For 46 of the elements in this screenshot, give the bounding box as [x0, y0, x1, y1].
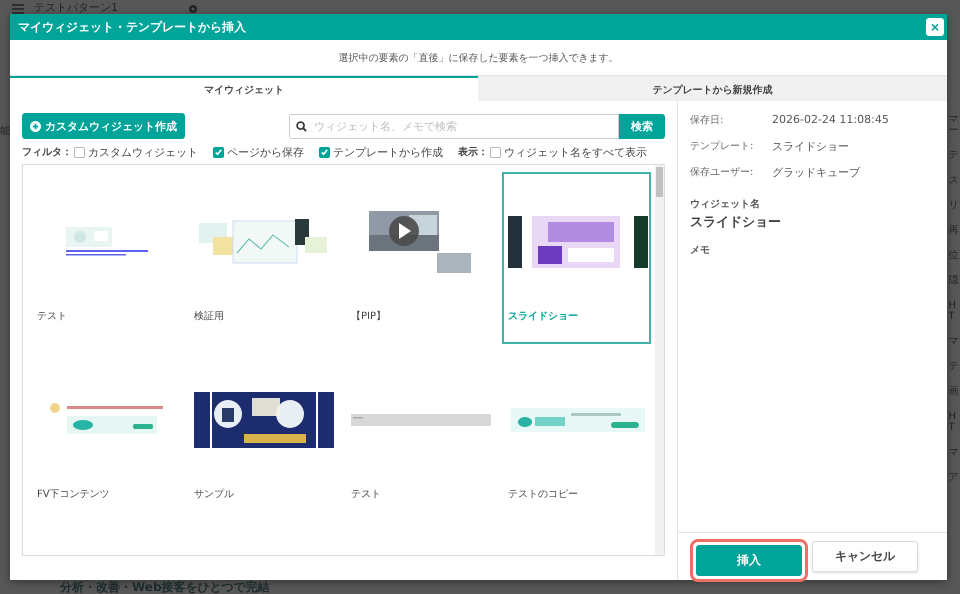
detail-label: テンプレート:: [690, 140, 754, 153]
widget-card[interactable]: 検証用: [188, 172, 337, 344]
menu-icon[interactable]: [12, 4, 24, 14]
display-label: 表示：: [458, 146, 488, 159]
checkbox[interactable]: [213, 146, 224, 158]
widget-name: FV下コンテンツ: [36, 488, 111, 501]
checkbox-label: カスタムウィジェット: [88, 144, 198, 160]
detail-label: 保存ユーザー:: [690, 166, 754, 179]
widget-name-value: スライドショー: [690, 214, 782, 231]
detail-label: 保存日:: [690, 114, 724, 127]
widget-name: 検証用: [193, 310, 225, 323]
search-icon: [296, 120, 307, 132]
checkbox[interactable]: [490, 146, 501, 158]
gear-icon[interactable]: [188, 4, 198, 14]
widget-card[interactable]: サンプル: [188, 350, 337, 522]
memo-label: メモ: [690, 244, 711, 257]
checkbox[interactable]: [74, 146, 85, 158]
widget-name: テストのコピー: [507, 488, 579, 501]
widget-card[interactable]: テスト: [345, 350, 494, 522]
widget-card[interactable]: FV下コンテンツ: [31, 350, 180, 522]
dialog-title: マイウィジェット・テンプレートから挿入: [18, 18, 246, 36]
widget-name-label: ウィジェット名: [690, 198, 761, 211]
scrollbar[interactable]: [655, 165, 664, 555]
widget-name: テスト: [36, 310, 68, 323]
background-headline: 分析・改善・Web接客をひとつで完結: [60, 580, 270, 594]
detail-value: スライドショー: [772, 139, 849, 154]
detail-value: グラッドキューブ: [772, 165, 860, 180]
checkbox-label: テンプレートから作成: [333, 144, 443, 160]
description: 選択中の要素の「直後」に保存した要素を一つ挿入できます。: [338, 52, 618, 64]
widget-name: テスト: [350, 488, 382, 501]
widget-card[interactable]: テストのコピー: [502, 350, 651, 522]
filter-label: フィルタ：: [22, 146, 72, 159]
cancel-button[interactable]: キャンセル: [812, 541, 918, 572]
tab[interactable]: マイウィジェット: [10, 76, 478, 101]
checkbox-label: ウィジェット名をすべて表示: [504, 144, 647, 160]
widget-name: 【PIP】: [350, 310, 388, 323]
search-field[interactable]: ウィジェット名、メモで検索: [289, 114, 619, 138]
widget-card[interactable]: テスト: [31, 172, 180, 344]
detail-value: 2026-02-24 11:08:45: [772, 113, 889, 126]
checkbox[interactable]: [319, 146, 330, 158]
tab[interactable]: テンプレートから新規作成: [478, 76, 947, 101]
widget-name: サンプル: [193, 488, 235, 501]
checkbox-label: ページから保存: [227, 144, 304, 160]
widget-card[interactable]: 【PIP】: [345, 172, 494, 344]
plus-icon: [30, 120, 41, 132]
widget-name: スライドショー: [507, 310, 579, 323]
